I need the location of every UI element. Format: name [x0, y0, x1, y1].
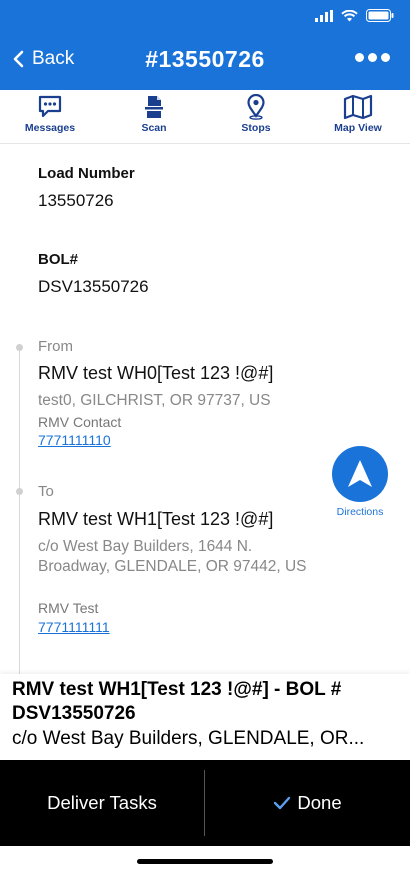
from-stop-name: RMV test WH0[Test 123 !@#]	[38, 363, 274, 383]
action-toolbar: Messages Scan Stops Map View	[0, 90, 410, 144]
signal-icon	[315, 9, 333, 22]
home-indicator-area	[0, 846, 410, 878]
map-pin-icon	[247, 94, 265, 120]
summary-address: c/o West Bay Builders, GLENDALE, OR...	[12, 728, 365, 749]
toolbar-label-stops: Stops	[241, 122, 271, 134]
bol-label: BOL#	[38, 251, 79, 268]
home-indicator[interactable]	[137, 859, 273, 864]
to-stop-name: RMV test WH1[Test 123 !@#]	[38, 509, 274, 529]
toolbar-item-messages[interactable]: Messages	[10, 94, 90, 134]
checkmark-icon	[274, 796, 291, 810]
from-address: test0, GILCHRIST, OR 97737, US	[38, 392, 271, 409]
to-label: To	[38, 483, 54, 500]
stops-timeline	[19, 344, 20, 674]
navigation-arrow-icon	[348, 460, 372, 487]
timeline-dot-from	[16, 344, 23, 351]
folded-map-icon	[343, 94, 373, 120]
toolbar-label-map-view: Map View	[334, 122, 382, 134]
deliver-tasks-label: Deliver Tasks	[47, 792, 157, 813]
wifi-icon	[341, 9, 358, 21]
directions-button[interactable]: Directions	[331, 446, 389, 518]
chat-icon	[38, 95, 62, 118]
deliver-tasks-button[interactable]: Deliver Tasks	[0, 760, 204, 846]
battery-icon	[366, 9, 394, 22]
bol-value: DSV13550726	[38, 277, 149, 296]
bottom-action-bar: Deliver Tasks Done	[0, 760, 410, 846]
to-contact: RMV Test	[38, 600, 99, 616]
toolbar-item-scan[interactable]: Scan	[114, 94, 194, 134]
done-label: Done	[297, 792, 342, 813]
toolbar-label-messages: Messages	[24, 122, 76, 134]
load-number-label: Load Number	[38, 165, 135, 182]
from-phone-link[interactable]: 7771111110	[38, 432, 111, 448]
top-app-bar: Back #13550726	[0, 0, 410, 90]
toolbar-item-map-view[interactable]: Map View	[318, 94, 398, 134]
directions-circle	[332, 446, 388, 502]
load-details: Load Number 13550726 BOL# DSV13550726 Fr…	[0, 144, 410, 674]
done-button[interactable]: Done	[205, 760, 410, 846]
toolbar-label-scan: Scan	[141, 122, 167, 134]
navigation-row: Back #13550726	[0, 40, 410, 84]
from-contact: RMV Contact	[38, 414, 122, 430]
current-stop-summary: RMV test WH1[Test 123 !@#] - BOL # DSV13…	[0, 674, 410, 760]
page-title: #13550726	[145, 46, 265, 72]
status-bar-icons	[315, 9, 394, 22]
summary-title: RMV test WH1[Test 123 !@#] - BOL # DSV13…	[12, 679, 342, 724]
load-number-value: 13550726	[38, 191, 114, 210]
to-address: c/o West Bay Builders, 1644 N. Broadway,…	[38, 538, 307, 575]
more-options-icon[interactable]	[355, 53, 390, 62]
timeline-dot-to	[16, 488, 23, 495]
from-label: From	[38, 338, 73, 355]
scan-document-icon	[145, 96, 163, 118]
to-phone-link[interactable]: 7771111111	[38, 619, 110, 635]
directions-label: Directions	[336, 506, 384, 518]
toolbar-item-stops[interactable]: Stops	[216, 94, 296, 134]
